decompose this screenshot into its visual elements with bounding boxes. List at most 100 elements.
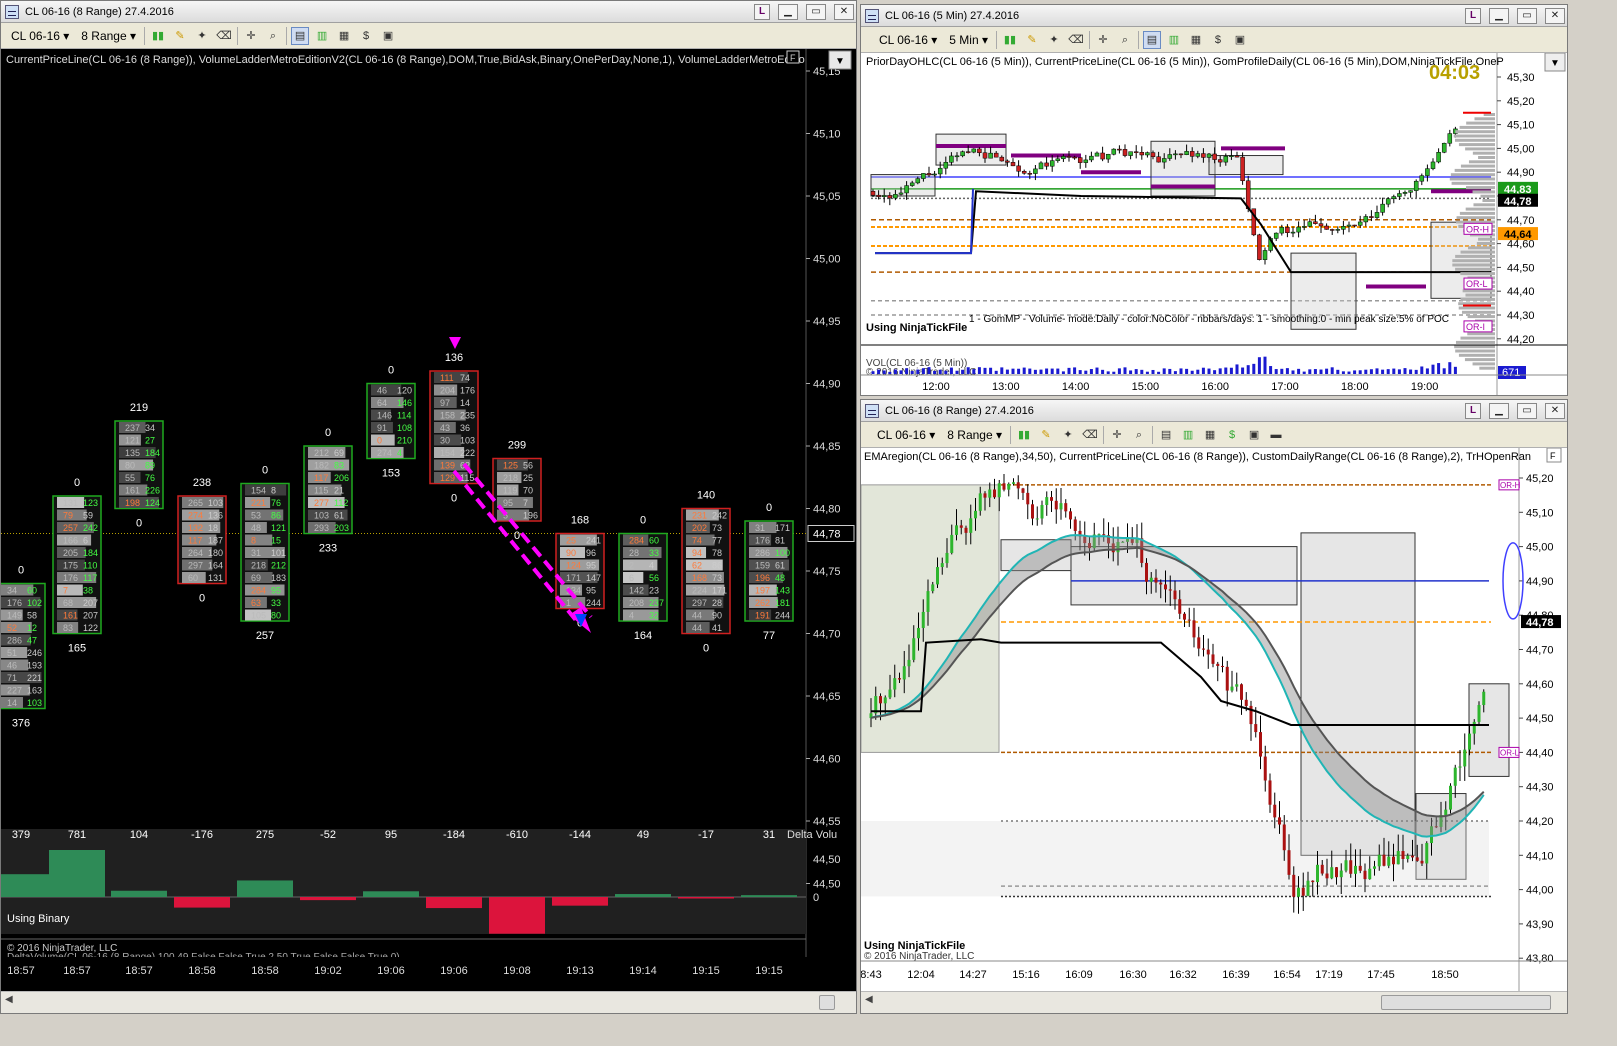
interval-dropdown[interactable]: 8 Range ▾ (77, 29, 140, 43)
chart-trader-icon[interactable]: ▥ (313, 27, 331, 45)
maximize-button[interactable]: ▭ (1517, 7, 1537, 24)
left-title-bar[interactable]: CL 06-16 (8 Range) 27.4.2016 L ▁ ▭ ✕ (1, 1, 856, 23)
close-button[interactable]: ✕ (1545, 7, 1565, 24)
toolbar-separator (1152, 425, 1154, 444)
crosshair-icon[interactable]: ✛ (1094, 31, 1112, 49)
interval-dropdown[interactable]: 8 Range ▾ (943, 428, 1006, 442)
ladder-ask-value: 61 (775, 561, 785, 571)
pin-icon[interactable]: ✦ (193, 27, 211, 45)
ladder-ask-value: 226 (145, 486, 160, 496)
candle-body (1069, 511, 1072, 520)
scroll-left-icon[interactable]: ◀ (865, 994, 873, 1005)
ladder-ask-value: 108 (397, 423, 412, 433)
bars-style-icon[interactable]: ▮▮ (1001, 31, 1019, 49)
money-icon[interactable]: $ (1209, 31, 1227, 49)
instrument-dropdown[interactable]: CL 06-16 ▾ (875, 33, 941, 47)
bars-style-icon[interactable]: ▮▮ (149, 27, 167, 45)
candle-body (1159, 582, 1163, 585)
template-icon[interactable]: ▬ (1267, 426, 1285, 444)
left-chart-canvas[interactable]: 45,1545,1045,0545,0044,9544,9044,8544,80… (1, 49, 856, 993)
ladder-bid-value: 176 (63, 573, 78, 583)
link-button[interactable]: L (754, 3, 770, 20)
maximize-button[interactable]: ▭ (806, 3, 826, 20)
price-tick-label: 44,60 (1526, 679, 1554, 691)
properties-icon[interactable]: ▦ (1187, 31, 1205, 49)
minimize-button[interactable]: ▁ (1489, 402, 1509, 419)
scroll-left-icon[interactable]: ◀ (5, 994, 13, 1005)
zoom-icon[interactable]: ⌕ (1116, 31, 1134, 49)
br-chart-panel[interactable]: 45,2045,1045,0044,9044,8044,7044,6044,50… (861, 448, 1567, 993)
share-icon[interactable]: ▣ (379, 27, 397, 45)
eraser-icon[interactable]: ⌫ (1067, 31, 1085, 49)
pencil-icon[interactable]: ✎ (171, 27, 189, 45)
ladder-ask-value: 41 (712, 623, 722, 633)
properties-icon[interactable]: ▦ (1201, 426, 1219, 444)
pin-icon[interactable]: ✦ (1045, 31, 1063, 49)
scroll-thumb[interactable] (1381, 995, 1551, 1010)
crosshair-icon[interactable]: ✛ (242, 27, 260, 45)
left-chart-panel[interactable]: 45,15 45,10 45,05 45,00 44,95 44,90 44,85 44,80… (1, 49, 856, 993)
volume-bar (1190, 370, 1194, 374)
ladder-bid-value: 196 (755, 573, 770, 583)
ladder-ask-value: 120 (397, 386, 412, 396)
pencil-icon[interactable]: ✎ (1037, 426, 1055, 444)
br-horizontal-scrollbar[interactable]: ◀ (861, 991, 1567, 1013)
candle-body (1287, 850, 1291, 875)
candle-body (1282, 824, 1286, 851)
volume-bar (1207, 368, 1211, 374)
pin-icon[interactable]: ✦ (1059, 426, 1077, 444)
left-horizontal-scrollbar[interactable]: ◀ (1, 991, 856, 1013)
chart-trader-icon[interactable]: ▥ (1165, 31, 1183, 49)
data-box-icon[interactable]: ▤ (1157, 426, 1175, 444)
scroll-thumb[interactable] (819, 995, 835, 1010)
zoom-icon[interactable]: ⌕ (264, 27, 282, 45)
ladder-bid-value: 198 (125, 498, 140, 508)
bars-style-icon[interactable]: ▮▮ (1015, 426, 1033, 444)
tr-chart-canvas[interactable]: 45,3045,2045,1045,0044,9044,8044,7044,60… (861, 53, 1567, 395)
candle-body (907, 659, 911, 667)
data-box-icon[interactable]: ▤ (291, 26, 310, 45)
minimize-button[interactable]: ▁ (1489, 7, 1509, 24)
link-button[interactable]: L (1465, 7, 1481, 24)
eraser-icon[interactable]: ⌫ (1081, 426, 1099, 444)
minimize-button[interactable]: ▁ (778, 3, 798, 20)
price-tick-label: 45,10 (1507, 120, 1535, 132)
eraser-icon[interactable]: ⌫ (215, 27, 233, 45)
share-icon[interactable]: ▣ (1245, 426, 1263, 444)
instrument-dropdown[interactable]: CL 06-16 ▾ (873, 428, 939, 442)
candle-body (1292, 874, 1296, 897)
delta-value: -176 (191, 829, 213, 841)
volume-bar (1386, 369, 1390, 374)
ladder-bid-value: 171 (566, 573, 581, 583)
interval-dropdown[interactable]: 5 Min ▾ (945, 33, 992, 47)
money-icon[interactable]: $ (357, 27, 375, 45)
zoom-icon[interactable]: ⌕ (1130, 426, 1148, 444)
time-tick-label: 18:58 (188, 965, 216, 977)
tr-title-bar[interactable]: CL 06-16 (5 Min) 27.4.2016 L ▁ ▭ ✕ (861, 5, 1567, 27)
close-button[interactable]: ✕ (1545, 402, 1565, 419)
br-title-bar[interactable]: CL 06-16 (8 Range) 27.4.2016 L ▁ ▭ ✕ (861, 400, 1567, 422)
bar-top-delta: 168 (571, 515, 589, 527)
close-button[interactable]: ✕ (834, 3, 854, 20)
maximize-button[interactable]: ▭ (1517, 402, 1537, 419)
share-icon[interactable]: ▣ (1231, 31, 1249, 49)
money-icon[interactable]: $ (1223, 426, 1241, 444)
chart-trader-icon[interactable]: ▥ (1179, 426, 1197, 444)
data-box-icon[interactable]: ▤ (1142, 30, 1161, 49)
instrument-dropdown[interactable]: CL 06-16 ▾ (7, 29, 73, 43)
time-tick-label: 19:06 (377, 965, 405, 977)
ladder-ask-value: 136 (208, 511, 223, 521)
pencil-icon[interactable]: ✎ (1023, 31, 1041, 49)
volume-profile-row (1455, 130, 1495, 134)
candle-body (1396, 851, 1400, 865)
candle-body (1413, 180, 1419, 191)
br-chart-canvas[interactable]: 45,2045,1045,0044,9044,8044,7044,6044,50… (861, 448, 1567, 993)
link-button[interactable]: L (1465, 402, 1481, 419)
volume-bar (983, 367, 987, 374)
properties-icon[interactable]: ▦ (335, 27, 353, 45)
ladder-ask-value: 103 (460, 436, 475, 446)
crosshair-icon[interactable]: ✛ (1108, 426, 1126, 444)
volume-bar (1448, 362, 1452, 374)
tr-chart-panel[interactable]: 45,3045,2045,1045,0044,9044,8044,7044,60… (861, 53, 1567, 395)
bar-bottom-delta: 0 (703, 643, 709, 655)
